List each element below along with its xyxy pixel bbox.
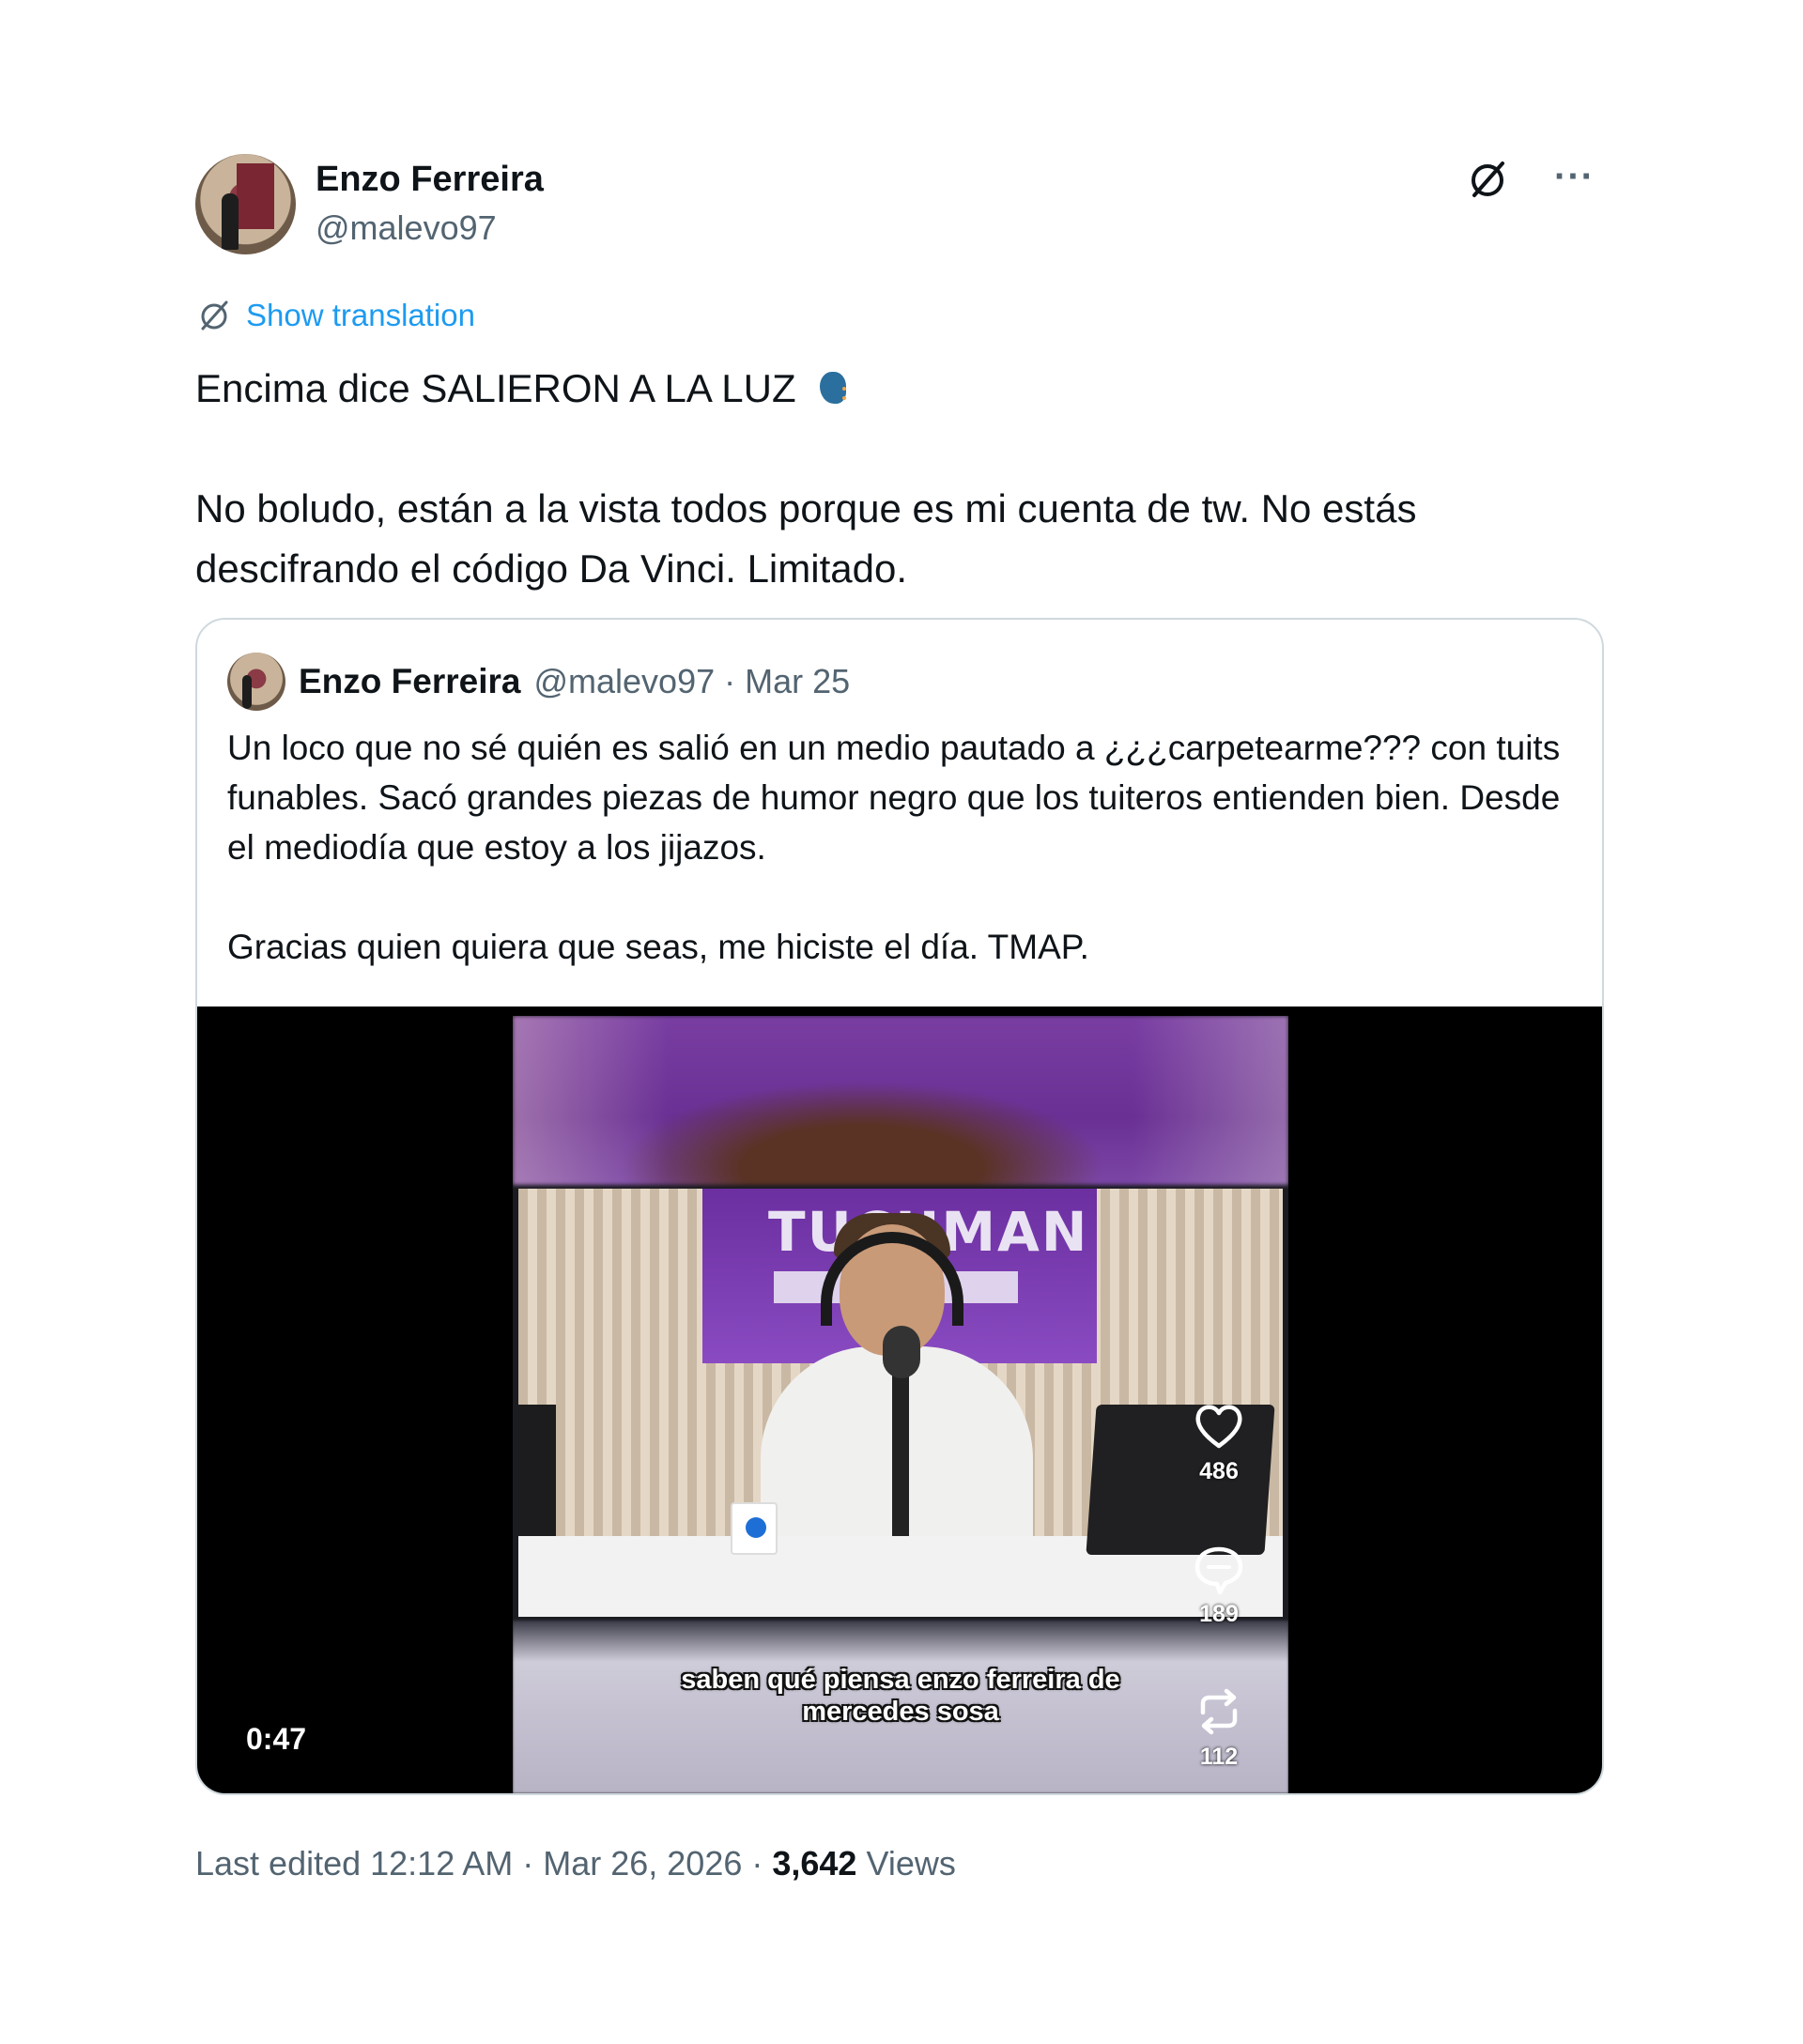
views-count: 3,642 bbox=[772, 1844, 857, 1883]
grok-icon[interactable] bbox=[1465, 158, 1510, 203]
tweet-footer: Last edited 12:12 AM · Mar 26, 2026 · 3,… bbox=[195, 1844, 956, 1883]
speaking-head-emoji bbox=[814, 368, 855, 409]
heart-icon bbox=[1195, 1405, 1242, 1449]
tweet: Enzo Ferreira @malevo97 ··· Show transla… bbox=[195, 154, 1604, 1883]
mug bbox=[731, 1502, 778, 1555]
video-duration: 0:47 bbox=[246, 1722, 307, 1756]
comment-icon bbox=[1194, 1546, 1243, 1595]
caption-line-2: mercedes sosa bbox=[802, 1697, 999, 1727]
quoted-meta: @malevo97 · Mar 25 bbox=[533, 662, 851, 700]
grok-translate-icon bbox=[201, 300, 228, 330]
quoted-avatar bbox=[227, 653, 285, 711]
video-player[interactable]: TUCUMAN saben qué piensa enz bbox=[197, 1007, 1602, 1793]
blurred-top-region bbox=[513, 1016, 1288, 1185]
quoted-tweet-header: Enzo Ferreira @malevo97 · Mar 25 bbox=[227, 652, 850, 712]
repost-count: 112 bbox=[1199, 1744, 1239, 1770]
more-options-icon[interactable]: ··· bbox=[1554, 154, 1595, 199]
quoted-paragraph-1: Un loco que no sé quién es salió en un m… bbox=[227, 729, 1561, 867]
like-control: 486 bbox=[1181, 1399, 1256, 1485]
tweet-text: Encima dice SALIERON A LA LUZ No boludo,… bbox=[195, 359, 1585, 599]
show-translation-label[interactable]: Show translation bbox=[246, 298, 475, 333]
edited-timestamp[interactable]: Last edited 12:12 AM · Mar 26, 2026 · bbox=[195, 1844, 772, 1883]
tweet-line-1: Encima dice SALIERON A LA LUZ bbox=[195, 366, 796, 410]
tweet-line-2: No boludo, están a la vista todos porque… bbox=[195, 486, 1417, 591]
views-label: Views bbox=[856, 1844, 956, 1883]
repost-control: 112 bbox=[1181, 1684, 1256, 1771]
comment-count: 189 bbox=[1199, 1601, 1239, 1627]
caption-line-1: saben qué piensa enzo ferreira de bbox=[681, 1665, 1120, 1695]
quoted-author-name: Enzo Ferreira bbox=[299, 662, 521, 700]
video-frame: TUCUMAN saben qué piensa enz bbox=[513, 1016, 1288, 1793]
show-translation-link[interactable]: Show translation bbox=[195, 295, 475, 336]
author-handle[interactable]: @malevo97 bbox=[316, 208, 497, 248]
repost-icon bbox=[1200, 1688, 1238, 1735]
avatar[interactable] bbox=[195, 154, 296, 254]
like-count: 486 bbox=[1199, 1458, 1239, 1484]
studio-scene: TUCUMAN bbox=[518, 1189, 1283, 1617]
quoted-text: Un loco que no sé quién es salió en un m… bbox=[227, 723, 1580, 972]
quoted-tweet[interactable]: Enzo Ferreira @malevo97 · Mar 25 Un loco… bbox=[195, 618, 1604, 1795]
tweet-header: Enzo Ferreira @malevo97 ··· bbox=[195, 154, 1604, 257]
author-name[interactable]: Enzo Ferreira bbox=[316, 160, 544, 200]
comment-control: 189 bbox=[1181, 1542, 1256, 1628]
quoted-paragraph-2: Gracias quien quiera que seas, me hicist… bbox=[227, 928, 1089, 966]
video-caption: saben qué piensa enzo ferreira de merced… bbox=[513, 1664, 1288, 1728]
